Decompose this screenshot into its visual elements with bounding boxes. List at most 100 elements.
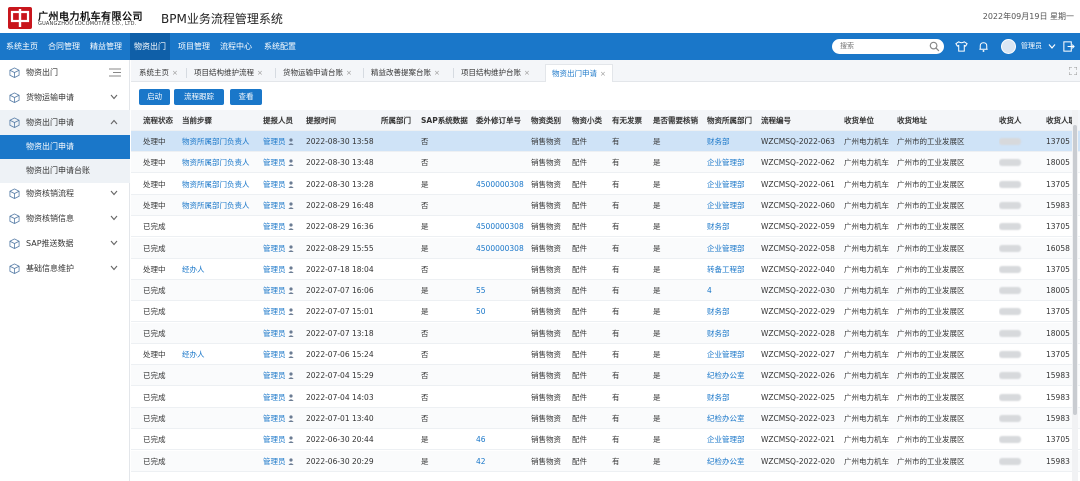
cell-submitter[interactable]: 管理员 — [263, 238, 303, 259]
cell-submitter[interactable]: 管理员 — [263, 387, 303, 408]
cell-current-step[interactable]: 物资所属部门负责人 — [182, 152, 262, 173]
column-header[interactable]: 收货人 — [999, 110, 1043, 131]
cell-current-step[interactable] — [182, 216, 262, 237]
cell-material-dept[interactable]: 企业管理部 — [707, 238, 759, 259]
search-icon[interactable] — [929, 41, 940, 52]
cell-material-dept[interactable]: 财务部 — [707, 387, 759, 408]
cell-order-no[interactable] — [476, 131, 528, 152]
column-header[interactable]: SAP系统数据 — [421, 110, 473, 131]
column-header[interactable]: 提报时间 — [306, 110, 378, 131]
cell-submitter[interactable]: 管理员 — [263, 280, 303, 301]
cell-order-no[interactable] — [476, 365, 528, 386]
cell-current-step[interactable] — [182, 280, 262, 301]
cell-current-step[interactable] — [182, 451, 262, 472]
cell-order-no[interactable] — [476, 152, 528, 173]
close-icon[interactable]: × — [434, 69, 440, 77]
cell-material-dept[interactable]: 企业管理部 — [707, 429, 759, 450]
column-header[interactable]: 是否需要核销 — [653, 110, 705, 131]
expand-icon[interactable] — [1069, 67, 1077, 75]
column-header[interactable]: 有无发票 — [612, 110, 648, 131]
cell-submitter[interactable]: 管理员 — [263, 365, 303, 386]
table-row[interactable]: 处理中 经办人 管理员 2022-07-18 18:04 否 销售物资 配件 有 是 转备工程部 W… — [131, 259, 1080, 280]
nav-item-lean[interactable]: 精益管理 — [88, 33, 124, 60]
nav-item-process-center[interactable]: 流程中心 — [218, 33, 254, 60]
sidebar-item-writeoff-process[interactable]: 物资核销流程 — [0, 181, 130, 206]
sidebar-item-writeoff-info[interactable]: 物资核销信息 — [0, 206, 130, 231]
cell-current-step[interactable] — [182, 238, 262, 259]
column-header[interactable]: 流程状态 — [143, 110, 181, 131]
cell-order-no[interactable] — [476, 195, 528, 216]
table-row[interactable]: 已完成 管理员 2022-06-30 20:44 是 46 销售物资 配件 有 是 企业管理部 WZ… — [131, 429, 1080, 451]
close-icon[interactable]: × — [172, 69, 178, 77]
tab-project-structure-ledger[interactable]: 项目结构维护台账 × — [455, 64, 536, 82]
table-row[interactable]: 已完成 管理员 2022-07-04 14:03 否 销售物资 配件 有 是 财务部 WZCMSQ… — [131, 387, 1080, 408]
cell-submitter[interactable]: 管理员 — [263, 344, 303, 365]
sidebar-item-sap-push[interactable]: SAP推送数据 — [0, 231, 130, 256]
cell-order-no[interactable]: 4500000308 — [476, 238, 528, 259]
table-row[interactable]: 已完成 管理员 2022-07-07 16:06 是 55 销售物资 配件 有 是 4 WZCMSQ… — [131, 280, 1080, 302]
cell-order-no[interactable] — [476, 387, 528, 408]
cell-current-step[interactable]: 物资所属部门负责人 — [182, 131, 262, 152]
cell-current-step[interactable] — [182, 301, 262, 322]
table-row[interactable]: 处理中 物资所属部门负责人 管理员 2022-08-30 13:58 否 销售物资 配件 有 是… — [131, 131, 1080, 152]
table-row[interactable]: 已完成 管理员 2022-08-29 15:55 是 4500000308 销售物资 配件 有… — [131, 237, 1080, 259]
table-row[interactable]: 处理中 物资所属部门负责人 管理员 2022-08-30 13:48 否 销售物资 配件 有 是… — [131, 152, 1080, 174]
close-icon[interactable]: × — [600, 70, 606, 78]
tab-cargo-ledger[interactable]: 货物运输申请台账 × — [277, 64, 358, 82]
nav-item-project[interactable]: 项目管理 — [176, 33, 212, 60]
sidebar-item-cargo-transport[interactable]: 货物运输申请 — [0, 85, 130, 110]
cell-submitter[interactable]: 管理员 — [263, 152, 303, 173]
close-icon[interactable]: × — [346, 69, 352, 77]
cell-material-dept[interactable]: 纪检办公室 — [707, 408, 759, 429]
cell-current-step[interactable]: 经办人 — [182, 344, 262, 365]
cell-material-dept[interactable]: 企业管理部 — [707, 344, 759, 365]
cell-submitter[interactable]: 管理员 — [263, 301, 303, 322]
view-button[interactable]: 查看 — [230, 89, 262, 105]
cell-submitter[interactable]: 管理员 — [263, 259, 303, 280]
cell-material-dept[interactable]: 企业管理部 — [707, 152, 759, 173]
table-row[interactable]: 已完成 管理员 2022-07-07 15:01 是 50 销售物资 配件 有 是 财务部 WZCM… — [131, 301, 1080, 323]
nav-item-material-out[interactable]: 物资出门 — [130, 33, 170, 60]
table-row[interactable]: 处理中 经办人 管理员 2022-07-06 15:24 否 销售物资 配件 有 是 企业管理部 W… — [131, 344, 1080, 365]
close-icon[interactable]: × — [524, 69, 530, 77]
cell-order-no[interactable]: 4500000308 — [476, 174, 528, 195]
cell-order-no[interactable] — [476, 344, 528, 365]
scrollbar-thumb[interactable] — [1073, 125, 1077, 415]
cell-current-step[interactable] — [182, 387, 262, 408]
nav-item-home[interactable]: 系统主页 — [4, 33, 40, 60]
cell-current-step[interactable]: 物资所属部门负责人 — [182, 195, 262, 216]
sidebar-top-material-out[interactable]: 物资出门 — [0, 60, 130, 85]
table-row[interactable]: 已完成 管理员 2022-06-30 20:29 是 42 销售物资 配件 有 是 纪检办公室 WZ… — [131, 450, 1080, 472]
cell-submitter[interactable]: 管理员 — [263, 174, 303, 195]
sidebar-subitem-material-out-ledger[interactable]: 物资出门申请台账 — [0, 159, 130, 183]
column-header[interactable]: 当前步骤 — [182, 110, 262, 131]
table-row[interactable]: 已完成 管理员 2022-08-29 16:36 是 4500000308 销售物资 配件 有… — [131, 216, 1080, 238]
cell-material-dept[interactable]: 纪检办公室 — [707, 365, 759, 386]
sidebar-item-material-out-request[interactable]: 物资出门申请 — [0, 110, 130, 135]
cell-current-step[interactable]: 经办人 — [182, 259, 262, 280]
cell-submitter[interactable]: 管理员 — [263, 131, 303, 152]
track-process-button[interactable]: 流程跟踪 — [174, 89, 224, 105]
column-header[interactable]: 所属部门 — [381, 110, 417, 131]
cell-material-dept[interactable]: 财务部 — [707, 323, 759, 344]
cell-submitter[interactable]: 管理员 — [263, 195, 303, 216]
cell-current-step[interactable] — [182, 408, 262, 429]
cell-current-step[interactable]: 物资所属部门负责人 — [182, 174, 262, 195]
cell-material-dept[interactable]: 纪检办公室 — [707, 451, 759, 472]
tab-project-structure-flow[interactable]: 项目结构维护流程 × — [188, 64, 269, 82]
cell-material-dept[interactable]: 财务部 — [707, 131, 759, 152]
table-row[interactable]: 已完成 管理员 2022-07-07 13:18 否 销售物资 配件 有 是 财务部 WZCMSQ… — [131, 322, 1080, 344]
shirt-icon[interactable] — [955, 40, 968, 53]
user-name[interactable]: 管理员 — [1021, 33, 1042, 60]
cell-order-no[interactable]: 4500000308 — [476, 216, 528, 237]
column-header[interactable]: 提报人员 — [263, 110, 303, 131]
cell-order-no[interactable]: 46 — [476, 429, 528, 450]
cell-submitter[interactable]: 管理员 — [263, 323, 303, 344]
table-row[interactable]: 处理中 物资所属部门负责人 管理员 2022-08-30 13:28 是 45000003… — [131, 174, 1080, 195]
bell-icon[interactable] — [977, 40, 990, 53]
column-header[interactable]: 物资小类 — [572, 110, 610, 131]
cell-current-step[interactable] — [182, 323, 262, 344]
chevron-down-icon[interactable] — [1048, 43, 1056, 50]
cell-material-dept[interactable]: 企业管理部 — [707, 174, 759, 195]
column-header[interactable]: 收货单位 — [844, 110, 894, 131]
